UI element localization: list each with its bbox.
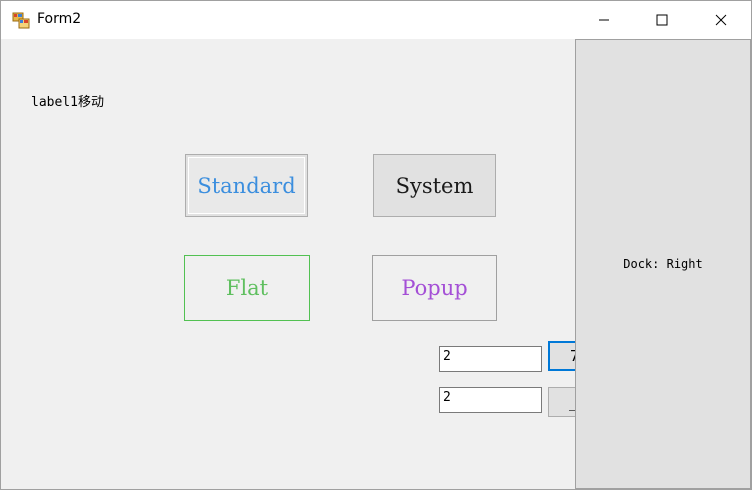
maximize-button[interactable] [639, 1, 685, 39]
standard-button[interactable]: Standard [185, 154, 308, 217]
label1: label1移动 [31, 95, 104, 110]
textbox-2[interactable]: 2 [439, 387, 542, 413]
textbox-2-value: 2 [443, 390, 451, 405]
window-title: Form2 [37, 11, 82, 27]
form-client-area: label1移动 Standard System Flat Popup 2 2 … [1, 39, 751, 489]
maximize-icon [656, 11, 668, 30]
flat-button-label: Flat [225, 276, 269, 300]
close-button[interactable] [698, 1, 744, 39]
dock-right-panel: Dock: Right [575, 39, 751, 489]
flat-button[interactable]: Flat [184, 255, 310, 321]
dock-panel-label: Dock: Right [623, 257, 703, 271]
form-app-icon [12, 11, 30, 29]
form2-window: Form2 label1移动 Standard System Flat Popu… [0, 0, 752, 490]
standard-button-label: Standard [197, 173, 296, 198]
minimize-button[interactable] [581, 1, 627, 39]
system-button[interactable]: System [373, 154, 496, 217]
title-bar[interactable]: Form2 [1, 1, 751, 39]
textbox-1-value: 2 [443, 349, 451, 364]
system-button-label: System [395, 173, 474, 198]
close-icon [715, 11, 727, 30]
popup-button-label: Popup [401, 276, 468, 300]
popup-button[interactable]: Popup [372, 255, 497, 321]
textbox-1[interactable]: 2 [439, 346, 542, 372]
minimize-icon [598, 11, 610, 30]
